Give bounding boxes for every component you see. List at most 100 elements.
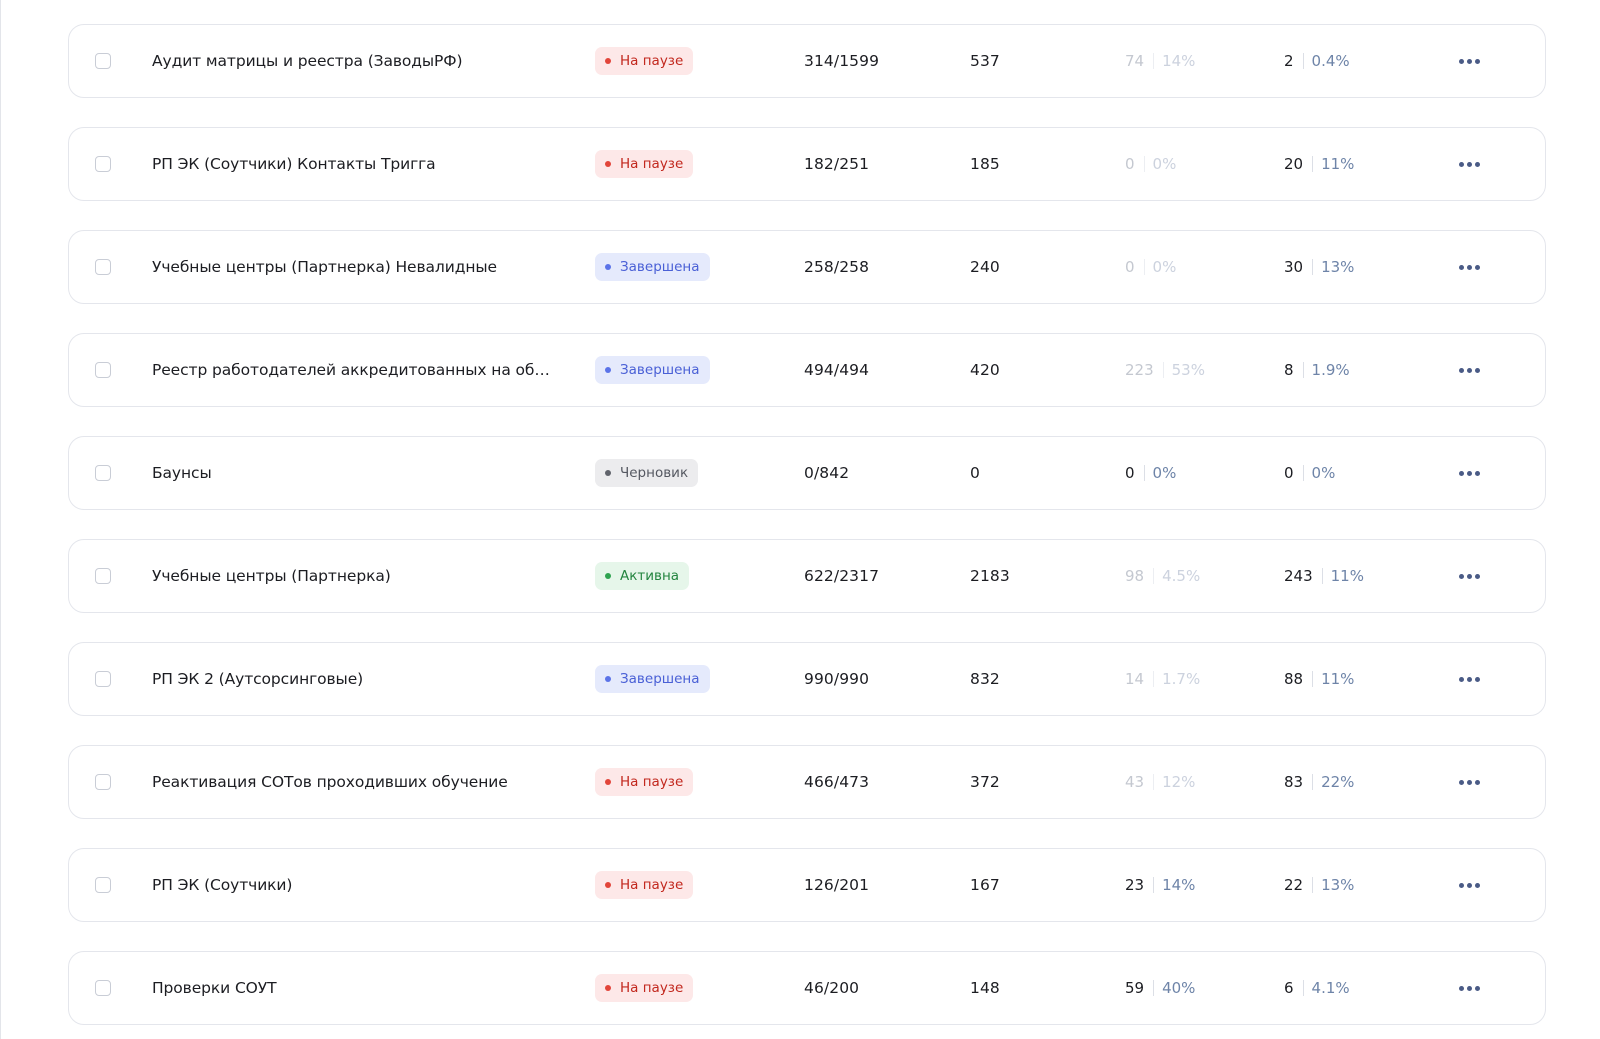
row-checkbox[interactable] xyxy=(95,465,111,481)
campaign-row[interactable]: Баунсы Черновик 0/842 0 0 0% 0 0% xyxy=(68,436,1546,510)
campaign-name[interactable]: Аудит матрицы и реестра (ЗаводыРФ) xyxy=(152,52,463,70)
campaign-row[interactable]: РП ЭК (Соутчики) На паузе 126/201 167 23… xyxy=(68,848,1546,922)
row-checkbox[interactable] xyxy=(95,362,111,378)
row-actions-button[interactable] xyxy=(1455,152,1483,176)
metric-a: 0 0% xyxy=(1125,155,1176,173)
campaign-name[interactable]: Учебные центры (Партнерка) xyxy=(152,567,391,585)
more-horizontal-icon xyxy=(1458,264,1480,270)
metric-a-value: 223 xyxy=(1125,361,1154,379)
status-badge: На паузе xyxy=(595,150,694,178)
metric-a-value: 0 xyxy=(1125,258,1135,276)
campaign-name[interactable]: Проверки СОУТ xyxy=(152,979,277,997)
metric-a: 98 4.5% xyxy=(1125,567,1200,585)
metric-b: 243 11% xyxy=(1284,567,1364,585)
row-checkbox[interactable] xyxy=(95,156,111,172)
metric-b-percent: 13% xyxy=(1321,258,1355,276)
status-dot-icon xyxy=(605,882,611,888)
status-label: На паузе xyxy=(620,774,684,790)
status-label: Завершена xyxy=(620,671,700,687)
row-actions-button[interactable] xyxy=(1455,976,1483,1000)
campaign-name[interactable]: РП ЭК (Соутчики) xyxy=(152,876,292,894)
row-actions-button[interactable] xyxy=(1455,358,1483,382)
campaign-row[interactable]: Реактивация СОТов проходивших обучение Н… xyxy=(68,745,1546,819)
status-dot-icon xyxy=(605,779,611,785)
row-actions-button[interactable] xyxy=(1455,49,1483,73)
metric-a: 0 0% xyxy=(1125,258,1176,276)
metric-divider xyxy=(1312,156,1314,172)
row-actions-button[interactable] xyxy=(1455,564,1483,588)
row-actions-button[interactable] xyxy=(1455,461,1483,485)
metric-b-percent: 11% xyxy=(1321,155,1355,173)
status-dot-icon xyxy=(605,676,611,682)
metric-a-percent: 1.7% xyxy=(1162,670,1201,688)
metric-divider xyxy=(1143,156,1145,172)
metric-divider xyxy=(1153,53,1155,69)
more-horizontal-icon xyxy=(1458,985,1480,991)
campaign-name[interactable]: Реестр работодателей аккредитованных на … xyxy=(152,361,552,379)
row-actions-button[interactable] xyxy=(1455,255,1483,279)
metric-a-percent: 53% xyxy=(1171,361,1205,379)
more-horizontal-icon xyxy=(1458,470,1480,476)
campaign-name[interactable]: РП ЭК 2 (Аутсорсинговые) xyxy=(152,670,363,688)
status-badge: На паузе xyxy=(595,768,694,796)
metric-divider xyxy=(1321,568,1323,584)
status-badge: Завершена xyxy=(595,253,710,281)
metric-a-value: 0 xyxy=(1125,155,1135,173)
progress-value: 46/200 xyxy=(804,979,860,997)
campaign-row[interactable]: Аудит матрицы и реестра (ЗаводыРФ) На па… xyxy=(68,24,1546,98)
metric-divider xyxy=(1302,53,1304,69)
campaign-name[interactable]: Реактивация СОТов проходивших обучение xyxy=(152,773,508,791)
status-badge: Завершена xyxy=(595,356,710,384)
metric-a: 74 14% xyxy=(1125,52,1195,70)
metric-a-percent: 12% xyxy=(1162,773,1196,791)
metric-divider xyxy=(1162,362,1164,378)
metric-a-percent: 14% xyxy=(1162,876,1196,894)
campaign-row[interactable]: РП ЭК 2 (Аутсорсинговые) Завершена 990/9… xyxy=(68,642,1546,716)
row-checkbox[interactable] xyxy=(95,877,111,893)
campaign-row[interactable]: Учебные центры (Партнерка) Активна 622/2… xyxy=(68,539,1546,613)
progress-value: 990/990 xyxy=(804,670,870,688)
metric-a-value: 43 xyxy=(1125,773,1145,791)
row-checkbox[interactable] xyxy=(95,671,111,687)
status-dot-icon xyxy=(605,264,611,270)
row-checkbox[interactable] xyxy=(95,259,111,275)
row-checkbox[interactable] xyxy=(95,774,111,790)
metric-a-value: 74 xyxy=(1125,52,1145,70)
campaign-row[interactable]: Проверки СОУТ На паузе 46/200 148 59 40% … xyxy=(68,951,1546,1025)
campaign-name[interactable]: Баунсы xyxy=(152,464,212,482)
metric-a-value: 14 xyxy=(1125,670,1145,688)
metric-a: 223 53% xyxy=(1125,361,1205,379)
count-value: 185 xyxy=(970,155,1000,173)
row-checkbox[interactable] xyxy=(95,53,111,69)
row-checkbox[interactable] xyxy=(95,980,111,996)
metric-divider xyxy=(1143,465,1145,481)
metric-divider xyxy=(1312,774,1314,790)
metric-divider xyxy=(1302,362,1304,378)
metric-b: 20 11% xyxy=(1284,155,1354,173)
campaign-row[interactable]: Учебные центры (Партнерка) Невалидные За… xyxy=(68,230,1546,304)
campaign-row[interactable]: Реестр работодателей аккредитованных на … xyxy=(68,333,1546,407)
progress-value: 314/1599 xyxy=(804,52,880,70)
row-checkbox[interactable] xyxy=(95,568,111,584)
campaign-name[interactable]: РП ЭК (Соутчики) Контакты Тригга xyxy=(152,155,436,173)
metric-a-percent: 0% xyxy=(1152,464,1177,482)
metric-a-value: 59 xyxy=(1125,979,1145,997)
more-horizontal-icon xyxy=(1458,573,1480,579)
campaign-name[interactable]: Учебные центры (Партнерка) Невалидные xyxy=(152,258,497,276)
metric-b-value: 6 xyxy=(1284,979,1294,997)
row-actions-button[interactable] xyxy=(1455,873,1483,897)
metric-b-value: 8 xyxy=(1284,361,1294,379)
metric-a-percent: 14% xyxy=(1162,52,1196,70)
status-badge: Завершена xyxy=(595,665,710,693)
count-value: 0 xyxy=(970,464,980,482)
campaigns-page: Аудит матрицы и реестра (ЗаводыРФ) На па… xyxy=(0,0,1600,1039)
row-actions-button[interactable] xyxy=(1455,770,1483,794)
metric-b: 30 13% xyxy=(1284,258,1354,276)
row-actions-button[interactable] xyxy=(1455,667,1483,691)
count-value: 167 xyxy=(970,876,1000,894)
campaign-row[interactable]: РП ЭК (Соутчики) Контакты Тригга На пауз… xyxy=(68,127,1546,201)
status-badge: На паузе xyxy=(595,974,694,1002)
count-value: 240 xyxy=(970,258,1000,276)
metric-b: 0 0% xyxy=(1284,464,1335,482)
metric-b: 6 4.1% xyxy=(1284,979,1350,997)
